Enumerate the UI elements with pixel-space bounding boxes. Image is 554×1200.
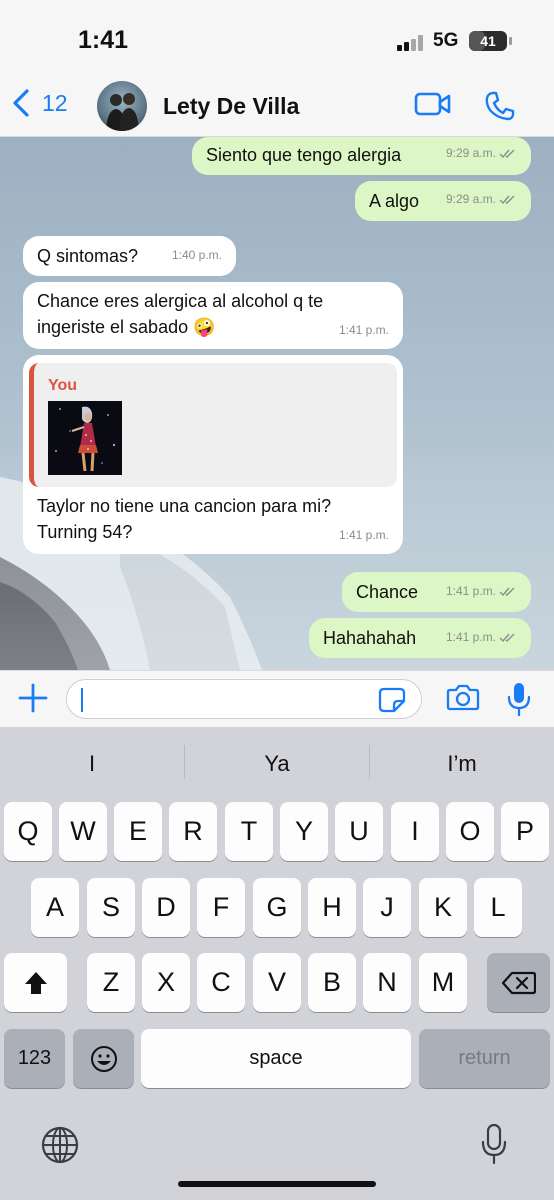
network-type: 5G [433, 30, 459, 51]
key-n[interactable]: N [363, 953, 411, 1012]
chevron-left-icon [13, 89, 29, 117]
space-key[interactable]: space [141, 1029, 411, 1088]
message-bubble-incoming[interactable]: Chance eres alergica al alcohol q te ing… [23, 282, 403, 349]
key-b[interactable]: B [308, 953, 356, 1012]
key-p[interactable]: P [501, 802, 549, 861]
message-text: Chance [356, 582, 419, 602]
backspace-icon [501, 971, 536, 994]
quote-author: You [48, 377, 78, 394]
message-time: 9:29 a.m. [445, 192, 496, 206]
contact-avatar[interactable] [97, 81, 147, 131]
globe-icon[interactable] [40, 1125, 80, 1165]
sticker-icon[interactable] [378, 687, 406, 713]
key-x[interactable]: X [142, 953, 190, 1012]
shift-icon [24, 971, 47, 994]
key-u[interactable]: U [335, 802, 383, 861]
cell-signal-icon [397, 34, 425, 51]
message-time: 1:41 p.m. [445, 584, 496, 598]
message-meta: 1:41 p.m. [446, 624, 517, 650]
double-check-icon [499, 195, 515, 204]
phone-call-icon[interactable] [484, 90, 516, 122]
message-time: 1:41 p.m. [338, 528, 389, 542]
key-c[interactable]: C [197, 953, 245, 1012]
message-time: 9:29 a.m. [445, 146, 496, 160]
message-bubble-incoming-reply[interactable]: You Taylor no tiene una cancion para mi?… [23, 355, 403, 554]
key-y[interactable]: Y [280, 802, 328, 861]
camera-icon[interactable] [446, 683, 480, 711]
numbers-key[interactable]: 123 [4, 1029, 65, 1088]
double-check-icon [499, 149, 515, 158]
contact-name[interactable]: Lety De Villa [163, 93, 299, 120]
key-g[interactable]: G [253, 878, 301, 937]
text-caret [81, 688, 83, 712]
battery-tip [509, 37, 512, 45]
message-text: A algo [369, 191, 420, 211]
quote-thumbnail [48, 401, 122, 475]
key-h[interactable]: H [308, 878, 356, 937]
suggestion-3[interactable]: I’m [370, 744, 554, 784]
key-q[interactable]: Q [4, 802, 52, 861]
home-indicator [178, 1181, 376, 1187]
key-m[interactable]: M [419, 953, 467, 1012]
message-meta: 1:41 p.m. [339, 522, 389, 548]
key-a[interactable]: A [31, 878, 79, 937]
shift-key[interactable] [4, 953, 67, 1012]
key-o[interactable]: O [446, 802, 494, 861]
key-l[interactable]: L [474, 878, 522, 937]
message-text: Siento que tengo alergia [206, 145, 402, 165]
key-t[interactable]: T [225, 802, 273, 861]
message-meta: 9:29 a.m. [446, 186, 517, 212]
double-check-icon [499, 587, 515, 596]
message-time: 1:41 p.m. [445, 630, 496, 644]
key-s[interactable]: S [87, 878, 135, 937]
message-composer [0, 670, 554, 727]
key-e[interactable]: E [114, 802, 162, 861]
message-time: 1:41 p.m. [338, 323, 389, 337]
message-text: Taylor no tiene una cancion para mi? Tur… [37, 496, 332, 542]
message-bubble-outgoing[interactable]: Siento que tengo alergia 9:29 a.m. [192, 137, 531, 175]
key-z[interactable]: Z [87, 953, 135, 1012]
chat-area[interactable]: Siento que tengo alergia 9:29 a.m. A alg… [0, 137, 554, 670]
message-meta: 9:29 a.m. [446, 140, 517, 166]
quoted-message[interactable]: You [29, 363, 397, 487]
dictation-mic-icon[interactable] [480, 1123, 508, 1165]
battery-percent: 41 [480, 33, 496, 49]
message-meta: 1:41 p.m. [339, 317, 389, 343]
message-text: Chance eres alergica al alcohol q te ing… [37, 291, 324, 337]
key-j[interactable]: J [363, 878, 411, 937]
chat-header: 1:41 5G 41 12 Lety De Villa [0, 0, 554, 137]
unread-count: 12 [42, 89, 68, 116]
keyboard: I Ya I’m Q W E R T Y U I O P A S D F G H… [0, 727, 554, 1200]
message-bubble-outgoing[interactable]: Hahahahah 1:41 p.m. [309, 618, 531, 658]
key-r[interactable]: R [169, 802, 217, 861]
microphone-icon[interactable] [506, 681, 532, 717]
status-time: 1:41 [78, 26, 129, 54]
message-meta: 1:40 p.m. [172, 242, 222, 268]
emoji-key[interactable] [73, 1029, 134, 1088]
back-button[interactable]: 12 [10, 88, 68, 118]
battery-icon: 41 [469, 31, 507, 51]
message-meta: 1:41 p.m. [446, 578, 517, 604]
key-d[interactable]: D [142, 878, 190, 937]
plus-icon[interactable] [16, 681, 50, 715]
message-bubble-outgoing[interactable]: Chance 1:41 p.m. [342, 572, 531, 612]
message-bubble-outgoing[interactable]: A algo 9:29 a.m. [355, 181, 531, 221]
message-text: Q sintomas? [37, 246, 139, 266]
video-call-icon[interactable] [414, 90, 452, 118]
return-key[interactable]: return [419, 1029, 550, 1088]
key-w[interactable]: W [59, 802, 107, 861]
message-bubble-incoming[interactable]: Q sintomas? 1:40 p.m. [23, 236, 236, 276]
key-k[interactable]: K [419, 878, 467, 937]
suggestion-1[interactable]: I [0, 744, 184, 784]
message-time: 1:40 p.m. [171, 248, 222, 262]
suggestion-2[interactable]: Ya [185, 744, 369, 784]
delete-key[interactable] [487, 953, 550, 1012]
emoji-icon [90, 1045, 117, 1072]
key-v[interactable]: V [253, 953, 301, 1012]
message-text: Hahahahah [323, 628, 417, 648]
key-i[interactable]: I [391, 802, 439, 861]
key-f[interactable]: F [197, 878, 245, 937]
message-input[interactable] [66, 679, 422, 719]
double-check-icon [499, 633, 515, 642]
